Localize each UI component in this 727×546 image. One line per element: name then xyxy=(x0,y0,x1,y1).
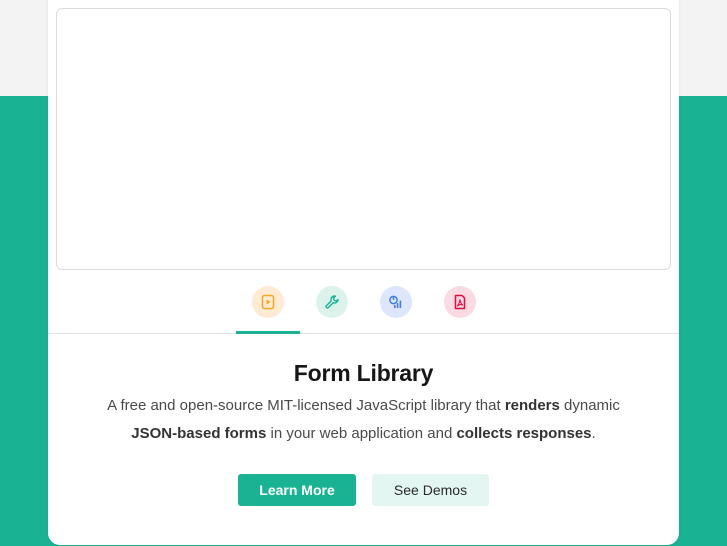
product-description: A free and open-source MIT-licensed Java… xyxy=(88,392,639,448)
description-text: dynamic xyxy=(559,397,620,414)
description-highlight: JSON-based forms xyxy=(131,425,267,442)
description-highlight: collects responses xyxy=(456,425,592,442)
tab-selected-indicator xyxy=(236,331,300,334)
description-text: . xyxy=(591,425,596,442)
product-tabs xyxy=(48,279,679,334)
play-document-icon xyxy=(252,286,284,318)
analytics-chart-icon xyxy=(380,286,412,318)
description-text: A free and open-source MIT-licensed Java… xyxy=(107,397,505,414)
description-text: in your web application and xyxy=(266,425,457,442)
pdf-icon xyxy=(444,286,476,318)
tab-form-creator[interactable] xyxy=(300,279,364,333)
tab-pdf-generator[interactable] xyxy=(428,279,492,333)
learn-more-button[interactable]: Learn More xyxy=(238,474,356,506)
tab-dashboard[interactable] xyxy=(364,279,428,333)
product-preview-area xyxy=(56,8,671,270)
product-card: Form Library A free and open-source MIT-… xyxy=(48,0,679,545)
see-demos-button[interactable]: See Demos xyxy=(372,474,489,506)
tab-form-library[interactable] xyxy=(236,279,300,334)
wrench-icon xyxy=(316,286,348,318)
description-highlight: renders xyxy=(504,397,560,414)
product-title: Form Library xyxy=(293,360,434,386)
